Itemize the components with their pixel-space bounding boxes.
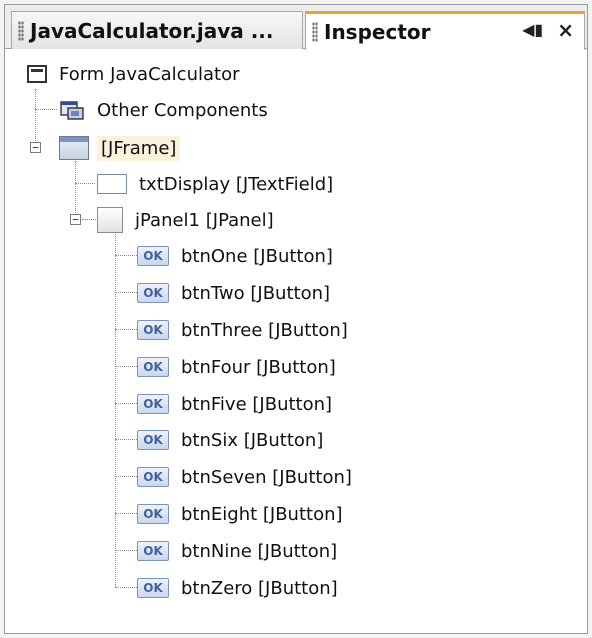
tree-connector [115,587,137,588]
textfield-icon [97,174,127,194]
tree-node-label: btnTwo [JButton] [181,282,331,304]
tree-node-button[interactable]: OK btnNine [JButton] [137,536,337,566]
tree-connector [35,109,57,110]
button-icon: OK [137,541,169,561]
button-icon: OK [137,467,169,487]
button-icon: OK [137,394,169,414]
close-icon[interactable]: × [557,20,574,40]
tree-connector [75,183,95,184]
tab-javacalculator[interactable]: JavaCalculator.java ... [11,11,303,49]
tree-connector [115,366,137,367]
component-tree: − − Form JavaCalculator Other Components… [5,49,587,633]
tree-node-label: btnFive [JButton] [181,393,333,415]
tree-node-label: Other Components [97,99,268,121]
tree-node-button[interactable]: OK btnFour [JButton] [137,352,336,382]
button-icon: OK [137,320,169,340]
tree-node-form[interactable]: Form JavaCalculator [27,59,240,89]
components-icon [59,99,85,121]
tab-controls: ◀▮ × [522,20,574,40]
tree-connector [82,219,96,220]
tree-node-button[interactable]: OK btnEight [JButton] [137,499,343,529]
tree-node-button[interactable]: OK btnZero [JButton] [137,573,338,603]
button-icon: OK [137,504,169,524]
tree-node-label: jPanel1 [JPanel] [135,209,274,231]
minimize-window-icon[interactable]: ◀▮ [522,22,543,38]
tree-node-button[interactable]: OK btnOne [JButton] [137,241,333,271]
collapse-jframe-icon[interactable]: − [30,142,41,153]
tree-node-label: btnThree [JButton] [181,319,348,341]
tab-label: JavaCalculator.java ... [30,18,274,43]
button-icon: OK [137,246,169,266]
tree-node-txtdisplay[interactable]: txtDisplay [JTextField] [97,169,333,199]
tree-connector [115,550,137,551]
tree-connector [115,255,137,256]
tab-bar: JavaCalculator.java ... Inspector ◀▮ × [5,5,587,50]
tree-node-button[interactable]: OK btnTwo [JButton] [137,278,330,308]
tree-connector [115,234,116,587]
tree-connector [115,329,137,330]
button-icon: OK [137,283,169,303]
tab-inspector[interactable]: Inspector ◀▮ × [305,11,585,50]
tab-label: Inspector [324,20,431,44]
tree-node-label: [JFrame] [97,135,181,161]
frame-icon [59,136,89,160]
button-icon: OK [137,578,169,598]
tree-node-label: btnOne [JButton] [181,245,333,267]
tree-node-label: btnEight [JButton] [181,503,343,525]
button-icon: OK [137,430,169,450]
tree-node-jframe[interactable]: [JFrame] [59,133,181,163]
tree-connector [115,439,137,440]
tree-connector [115,403,137,404]
drag-grip-icon[interactable] [18,20,24,41]
tree-connector [115,476,137,477]
tree-node-button[interactable]: OK btnThree [JButton] [137,315,348,345]
tree-node-jpanel1[interactable]: jPanel1 [JPanel] [97,205,274,235]
tree-connector [35,89,36,147]
tree-node-other-components[interactable]: Other Components [59,95,268,125]
form-icon [27,65,47,83]
tree-node-label: txtDisplay [JTextField] [139,173,334,195]
tree-node-label: btnNine [JButton] [181,540,338,562]
tree-node-label: btnSix [JButton] [181,429,324,451]
tree-connector [75,161,76,219]
tree-connector [115,513,137,514]
inspector-window: JavaCalculator.java ... Inspector ◀▮ × − [4,4,588,634]
button-icon: OK [137,357,169,377]
tree-node-button[interactable]: OK btnSeven [JButton] [137,462,352,492]
tree-node-button[interactable]: OK btnSix [JButton] [137,425,323,455]
tree-node-label: btnZero [JButton] [181,577,338,599]
tree-node-button[interactable]: OK btnFive [JButton] [137,389,332,419]
tree-connector [115,292,137,293]
tree-node-label: btnSeven [JButton] [181,466,352,488]
tree-node-label: Form JavaCalculator [59,63,240,85]
collapse-jpanel1-icon[interactable]: − [70,214,81,225]
panel-icon [97,207,123,233]
drag-grip-icon[interactable] [312,22,318,42]
tree-node-label: btnFour [JButton] [181,356,336,378]
